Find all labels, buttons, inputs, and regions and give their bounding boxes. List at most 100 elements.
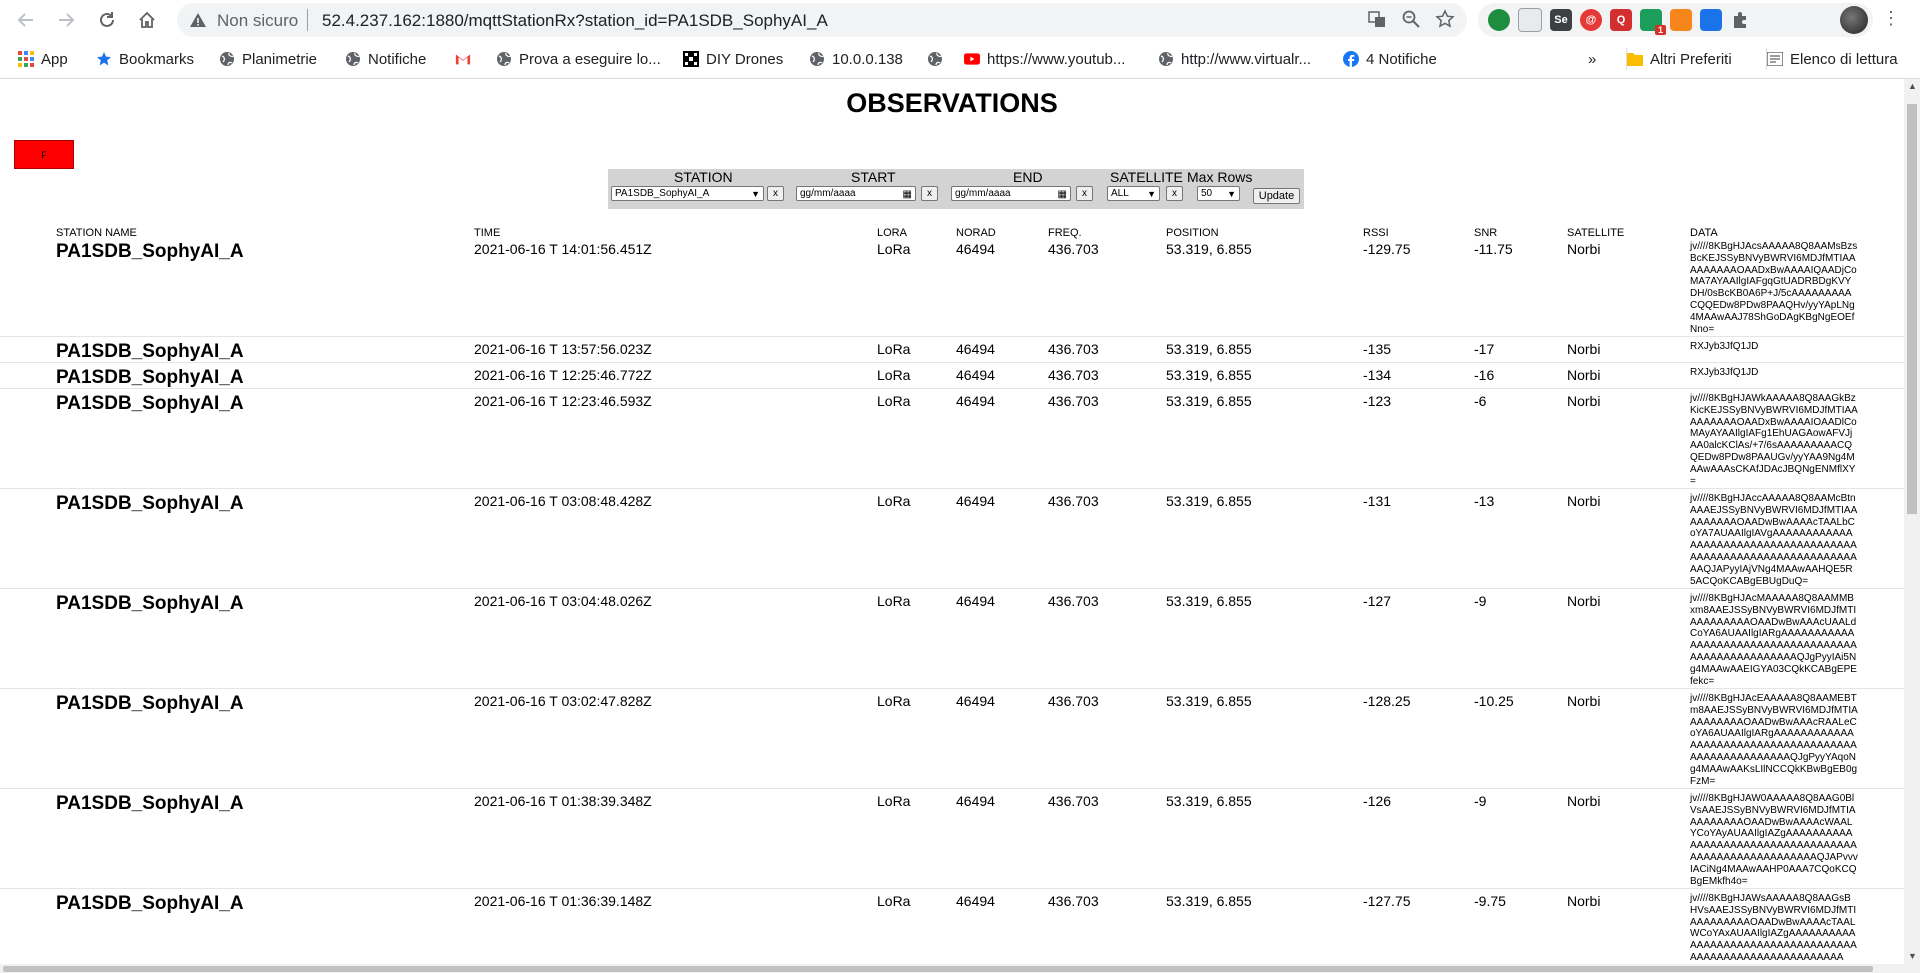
norad-cell: 46494	[956, 693, 995, 709]
calendar-icon[interactable]: ▦	[1058, 188, 1067, 202]
freq-cell: 436.703	[1048, 893, 1099, 909]
bookmark-notifiche[interactable]: Notifiche	[345, 48, 426, 70]
bookmark-youtube[interactable]: https://www.youtub...	[964, 48, 1125, 70]
column-header-satellite: SATELLITE	[1567, 227, 1625, 239]
column-header-time: TIME	[474, 227, 501, 239]
vertical-scrollbar[interactable]: ▲ ▼	[1904, 79, 1920, 973]
time-cell: 2021-06-16 T 01:36:39.148Z	[474, 893, 652, 909]
norad-cell: 46494	[956, 893, 995, 909]
station-clear-button[interactable]: x	[767, 186, 784, 201]
update-button[interactable]: Update	[1253, 188, 1300, 204]
gmail-icon	[455, 51, 471, 67]
translate-icon[interactable]	[1367, 9, 1387, 29]
position-cell: 53.319, 6.855	[1166, 341, 1252, 357]
norad-cell: 46494	[956, 341, 995, 357]
station-name-cell: PA1SDB_SophyAI_A	[56, 593, 244, 614]
bookmark-diy-drones[interactable]: DIY Drones	[683, 48, 783, 70]
screenshot-extension-icon[interactable]	[1518, 8, 1542, 32]
data-cell: jv////8KBgHJAcEAAAAA8Q8AAMEBTm8AAEJSSyBN…	[1690, 693, 1858, 787]
address-bar-actions	[1367, 9, 1455, 29]
folder-icon	[1627, 51, 1643, 67]
horizontal-scrollbar[interactable]	[0, 964, 1904, 973]
globe-icon	[1158, 51, 1174, 67]
station-name-cell: PA1SDB_SophyAI_A	[56, 893, 244, 914]
satellite-select[interactable]: ALL ▼	[1107, 186, 1160, 201]
metamask-fox-icon[interactable]	[1670, 9, 1692, 31]
table-row: PA1SDB_SophyAI_A 2021-06-16 T 14:01:56.4…	[0, 241, 1904, 337]
bookmark-facebook[interactable]: 4 Notifiche	[1343, 48, 1437, 70]
puzzle-extensions-icon[interactable]	[1730, 10, 1750, 30]
bookmark-planimetrie[interactable]: Planimetrie	[219, 48, 317, 70]
bookmark-bookmarks[interactable]: Bookmarks	[96, 48, 194, 70]
horizontal-scrollbar-thumb[interactable]	[3, 966, 1873, 972]
column-header-data: DATA	[1690, 227, 1718, 239]
bookmark-altri-preferiti[interactable]: Altri Preferiti	[1626, 48, 1732, 70]
calendar-icon[interactable]: ▦	[903, 188, 912, 202]
reload-icon	[100, 12, 114, 27]
snr-cell: -17	[1474, 341, 1495, 357]
reload-button[interactable]	[93, 6, 121, 34]
table-row: PA1SDB_SophyAI_A 2021-06-16 T 01:36:39.1…	[0, 893, 1904, 973]
data-cell: jv////8KBgHJAcMAAAAA8Q8AAMMBxm8AAEJSSyBN…	[1690, 593, 1857, 687]
reading-list-button[interactable]: Elenco di lettura	[1766, 48, 1898, 70]
scroll-down-arrow-icon[interactable]: ▼	[1908, 951, 1917, 961]
bookmark-local-ip[interactable]: 10.0.0.138	[809, 48, 903, 70]
selenium-extension-icon[interactable]: Se	[1550, 9, 1572, 31]
address-bar[interactable]: Non sicuro 52.4.237.162:1880/mqttStation…	[177, 3, 1467, 37]
adblock-extension-icon[interactable]: @	[1580, 9, 1602, 31]
station-name-cell: PA1SDB_SophyAI_A	[56, 793, 244, 814]
rssi-cell: -128.25	[1363, 693, 1411, 709]
table-row: PA1SDB_SophyAI_A 2021-06-16 T 12:25:46.7…	[0, 367, 1904, 389]
end-date-input[interactable]: gg/mm/aaaa ▦	[951, 186, 1071, 201]
lora-cell: LoRa	[877, 341, 911, 357]
bookmarks-overflow-button[interactable]: »	[1588, 48, 1596, 70]
zoom-icon[interactable]	[1401, 9, 1421, 29]
url-text[interactable]: 52.4.237.162:1880/mqttStationRx?station_…	[322, 11, 828, 31]
bookmark-gmail[interactable]	[455, 48, 478, 70]
table-header: STATION NAME TIME LORA NORAD FREQ. POSIT…	[0, 227, 1904, 241]
badge-extension-icon[interactable]: 1	[1640, 9, 1666, 35]
blue-arrow-extension-icon[interactable]	[1700, 9, 1722, 31]
norad-cell: 46494	[956, 793, 995, 809]
satellite-clear-button[interactable]: x	[1166, 186, 1183, 201]
bookmarks-bar: App Bookmarks Planimetrie Notifiche Prov…	[0, 40, 1920, 79]
freq-cell: 436.703	[1048, 341, 1099, 357]
bookmark-label: Bookmarks	[119, 50, 195, 68]
position-cell: 53.319, 6.855	[1166, 693, 1252, 709]
scroll-up-arrow-icon[interactable]: ▲	[1908, 81, 1917, 91]
overflow-chevron-icon: »	[1588, 50, 1597, 68]
max-rows-select[interactable]: 50 ▼	[1197, 186, 1240, 201]
data-cell: jv////8KBgHJAcsAAAAA8Q8AAMsBzsBcKEJSSyBN…	[1690, 241, 1858, 335]
bookmark-star-icon[interactable]	[1435, 9, 1455, 29]
start-date-input[interactable]: gg/mm/aaaa ▦	[796, 186, 916, 201]
rssi-cell: -135	[1363, 341, 1392, 357]
security-label[interactable]: Non sicuro	[217, 11, 298, 31]
red-f-button[interactable]: F	[14, 140, 74, 169]
profile-avatar[interactable]	[1840, 6, 1868, 34]
position-cell: 53.319, 6.855	[1166, 367, 1252, 383]
scrollbar-thumb[interactable]	[1907, 104, 1917, 514]
bookmark-virtualr[interactable]: http://www.virtualr...	[1158, 48, 1311, 70]
globe-icon	[496, 51, 512, 67]
freq-cell: 436.703	[1048, 393, 1099, 409]
forward-button[interactable]	[52, 6, 80, 34]
back-button[interactable]	[12, 6, 40, 34]
start-filter-label: START	[851, 169, 896, 185]
green-extension-icon[interactable]	[1488, 9, 1510, 31]
bookmark-untitled[interactable]	[927, 48, 950, 70]
station-select[interactable]: PA1SDB_SophyAI_A ▼	[611, 186, 764, 201]
end-clear-button[interactable]: x	[1076, 186, 1093, 201]
bookmark-app[interactable]: App	[18, 48, 68, 70]
home-button[interactable]	[133, 6, 161, 34]
lora-cell: LoRa	[877, 893, 911, 909]
position-cell: 53.319, 6.855	[1166, 793, 1252, 809]
bookmark-prova[interactable]: Prova a eseguire lo...	[496, 48, 661, 70]
norad-cell: 46494	[956, 493, 995, 509]
browser-menu-icon[interactable]: ⋮	[1882, 8, 1900, 29]
search-extension-icon[interactable]: Q	[1610, 9, 1632, 31]
rssi-cell: -129.75	[1363, 241, 1411, 257]
lora-cell: LoRa	[877, 367, 911, 383]
start-clear-button[interactable]: x	[921, 186, 938, 201]
column-header-norad: NORAD	[956, 227, 996, 239]
time-cell: 2021-06-16 T 01:38:39.348Z	[474, 793, 652, 809]
